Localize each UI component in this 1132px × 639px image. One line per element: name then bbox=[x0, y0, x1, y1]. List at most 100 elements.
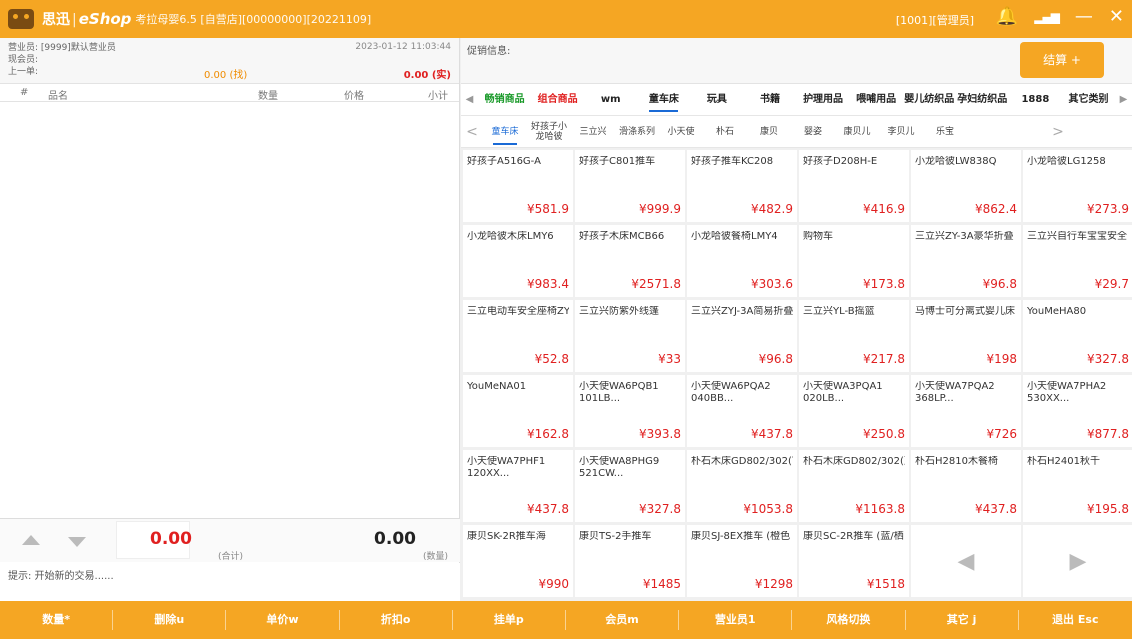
product-price: ¥1298 bbox=[754, 577, 793, 591]
total-amount: 0.00 bbox=[150, 529, 192, 549]
product-name: 小天使WA8PHG9 521CW... bbox=[579, 456, 660, 479]
scroll-up-icon[interactable] bbox=[22, 535, 40, 545]
col-index: # bbox=[20, 87, 29, 98]
subtab-item[interactable]: 康贝儿 bbox=[835, 127, 879, 137]
product-card[interactable]: 小龙哈彼LG1258 ¥273.9 bbox=[1023, 150, 1132, 222]
product-card[interactable]: 小天使WA7PHF1 120XX... ¥437.8 bbox=[463, 450, 573, 522]
product-card[interactable]: 小天使WA3PQA1 020LB... ¥250.8 bbox=[799, 375, 909, 447]
product-card[interactable]: 好孩子A516G-A ¥581.9 bbox=[463, 150, 573, 222]
product-card[interactable]: 购物车 ¥173.8 bbox=[799, 225, 909, 297]
tab-care[interactable]: 护理用品 bbox=[797, 84, 850, 116]
product-card[interactable]: 康贝SK-2R推车海 ¥990 bbox=[463, 525, 573, 597]
promo-label: 促销信息: bbox=[467, 46, 511, 57]
product-card[interactable]: 康贝SC-2R推车 (蓝/栖 ¥1518 bbox=[799, 525, 909, 597]
product-card[interactable]: 朴石H2810木餐椅 ¥437.8 bbox=[911, 450, 1021, 522]
category-prev-icon[interactable]: ◀ bbox=[461, 94, 478, 105]
discount-button[interactable]: 折扣o bbox=[340, 610, 453, 630]
subtab-item[interactable]: 李贝儿 bbox=[879, 127, 923, 137]
subtab-item[interactable]: 三立兴 bbox=[571, 127, 615, 137]
page-next-button[interactable]: ▶ bbox=[1023, 525, 1132, 597]
subtab-item[interactable]: 婴姿 bbox=[791, 127, 835, 137]
tab-1888[interactable]: 1888 bbox=[1009, 84, 1062, 116]
product-card[interactable]: 好孩子木床MCB66 ¥2571.8 bbox=[575, 225, 685, 297]
style-switch-button[interactable]: 风格切换 bbox=[792, 610, 906, 630]
product-card[interactable]: 朴石H2401秋千 ¥195.8 bbox=[1023, 450, 1132, 522]
other-button[interactable]: 其它 j bbox=[906, 610, 1019, 630]
page-prev-button[interactable]: ◀ bbox=[911, 525, 1021, 597]
product-price: ¥437.8 bbox=[527, 502, 569, 516]
product-price: ¥162.8 bbox=[527, 427, 569, 441]
product-card[interactable]: 三立兴ZY-3A豪华折叠 ¥96.8 bbox=[911, 225, 1021, 297]
tab-feeding[interactable]: 喂哺用品 bbox=[850, 84, 903, 116]
product-price: ¥96.8 bbox=[758, 352, 793, 366]
tab-combo[interactable]: 组合商品 bbox=[531, 84, 584, 116]
product-name: 三立兴自行车宝宝安全 bbox=[1027, 231, 1127, 242]
tab-toys[interactable]: 玩具 bbox=[690, 84, 743, 116]
product-name: 购物车 bbox=[803, 231, 833, 242]
exit-button[interactable]: 退出 Esc bbox=[1019, 610, 1132, 630]
product-name: 小天使WA3PQA1 020LB... bbox=[803, 381, 883, 404]
subtab-item[interactable]: 好孩子小龙哈彼 bbox=[527, 122, 571, 142]
delete-button[interactable]: 删除u bbox=[113, 610, 227, 630]
tab-strollers[interactable]: 童车床 bbox=[637, 84, 690, 116]
product-card[interactable]: 好孩子推车KC208 ¥482.9 bbox=[687, 150, 797, 222]
subtab-item[interactable]: 小天使 bbox=[659, 127, 703, 137]
close-icon[interactable]: ✕ bbox=[1109, 6, 1124, 27]
product-card[interactable]: 小天使WA6PQB1 101LB... ¥393.8 bbox=[575, 375, 685, 447]
product-card[interactable]: 朴石木床GD802/302(富 ¥1053.8 bbox=[687, 450, 797, 522]
product-price: ¥482.9 bbox=[751, 202, 793, 216]
subtab-item[interactable]: 滑涤系列 bbox=[615, 127, 659, 137]
minimize-icon[interactable]: — bbox=[1075, 6, 1093, 27]
product-card[interactable]: 小天使WA8PHG9 521CW... ¥327.8 bbox=[575, 450, 685, 522]
product-card[interactable]: 三立电动车安全座椅ZY ¥52.8 bbox=[463, 300, 573, 372]
product-card[interactable]: 三立兴ZYJ-3A简易折叠 ¥96.8 bbox=[687, 300, 797, 372]
product-card[interactable]: 马博士可分离式婴儿床 ¥198 bbox=[911, 300, 1021, 372]
subtab-item[interactable]: 康贝 bbox=[747, 127, 791, 137]
clerk-button[interactable]: 营业员1 bbox=[679, 610, 793, 630]
member-button[interactable]: 会员m bbox=[566, 610, 680, 630]
subtab-item[interactable]: 童车床 bbox=[483, 127, 527, 145]
product-card[interactable]: 康贝SJ-8EX推车 (橙色 ¥1298 bbox=[687, 525, 797, 597]
tab-hot[interactable]: 畅销商品 bbox=[478, 84, 531, 116]
product-card[interactable]: 朴石木床GD802/302(蓝 ¥1163.8 bbox=[799, 450, 909, 522]
product-price: ¥1053.8 bbox=[743, 502, 793, 516]
tab-maternity-textiles[interactable]: 孕妇纺织品 bbox=[956, 84, 1009, 116]
subcategory-prev-icon[interactable]: < bbox=[461, 124, 483, 140]
product-card[interactable]: 小龙哈彼餐椅LMY4 ¥303.6 bbox=[687, 225, 797, 297]
product-card[interactable]: 小龙哈彼木床LMY6 ¥983.4 bbox=[463, 225, 573, 297]
hold-order-button[interactable]: 挂单p bbox=[453, 610, 566, 630]
product-card[interactable]: 三立兴自行车宝宝安全 ¥29.7 bbox=[1023, 225, 1132, 297]
tab-other[interactable]: 其它类别 bbox=[1062, 84, 1115, 116]
product-card[interactable]: 三立兴YL-B摇篮 ¥217.8 bbox=[799, 300, 909, 372]
product-card[interactable]: 小天使WA7PHA2 530XX... ¥877.8 bbox=[1023, 375, 1132, 447]
tab-books[interactable]: 书籍 bbox=[743, 84, 796, 116]
product-card[interactable]: 小龙哈彼LW838Q ¥862.4 bbox=[911, 150, 1021, 222]
product-card[interactable]: YouMeHA80 ¥327.8 bbox=[1023, 300, 1132, 372]
current-user[interactable]: [1001][管理员] bbox=[896, 12, 974, 28]
tab-baby-textiles[interactable]: 婴儿纺织品 bbox=[903, 84, 956, 116]
product-card[interactable]: 好孩子C801推车 ¥999.9 bbox=[575, 150, 685, 222]
order-items-list[interactable] bbox=[0, 102, 459, 522]
tab-wm[interactable]: wm bbox=[584, 84, 637, 116]
subtab-item[interactable]: 朴石 bbox=[703, 127, 747, 137]
subcategory-next-icon[interactable]: > bbox=[1047, 124, 1069, 140]
product-price: ¥250.8 bbox=[863, 427, 905, 441]
checkout-button[interactable]: 结算 + bbox=[1020, 42, 1104, 78]
product-price: ¥327.8 bbox=[1087, 352, 1129, 366]
product-name: 朴石木床GD802/302(富 bbox=[691, 456, 793, 467]
bell-icon[interactable]: 🔔 bbox=[996, 6, 1018, 27]
scroll-down-icon[interactable] bbox=[68, 537, 86, 547]
brand-separator: | bbox=[72, 12, 77, 28]
product-card[interactable]: 康贝TS-2手推车 ¥1485 bbox=[575, 525, 685, 597]
product-card[interactable]: 好孩子D208H-E ¥416.9 bbox=[799, 150, 909, 222]
product-price: ¥195.8 bbox=[1087, 502, 1129, 516]
product-price: ¥862.4 bbox=[975, 202, 1017, 216]
unit-price-button[interactable]: 单价w bbox=[226, 610, 340, 630]
product-card[interactable]: 三立兴防紫外线篷 ¥33 bbox=[575, 300, 685, 372]
category-next-icon[interactable]: ▶ bbox=[1115, 94, 1132, 105]
quantity-button[interactable]: 数量* bbox=[0, 610, 114, 630]
product-card[interactable]: 小天使WA6PQA2 040BB... ¥437.8 bbox=[687, 375, 797, 447]
product-card[interactable]: 小天使WA7PQA2 368LP... ¥726 bbox=[911, 375, 1021, 447]
product-card[interactable]: YouMeNA01 ¥162.8 bbox=[463, 375, 573, 447]
subtab-item[interactable]: 乐宝 bbox=[923, 127, 967, 137]
